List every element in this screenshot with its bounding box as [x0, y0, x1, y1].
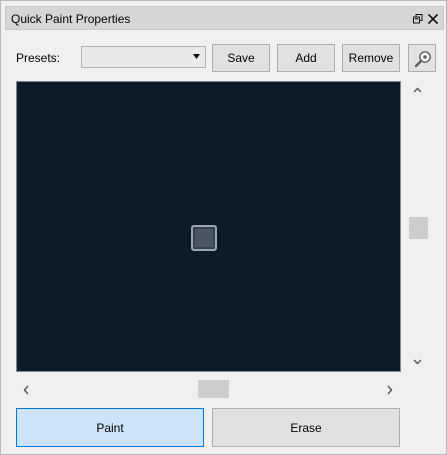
- remove-button[interactable]: Remove: [342, 44, 400, 72]
- horizontal-scrollbar[interactable]: [16, 380, 401, 402]
- zoom-icon: [413, 49, 433, 69]
- brush-preview: [191, 225, 217, 251]
- chevron-down-icon: [193, 54, 200, 59]
- quick-paint-properties-panel: Quick Paint Properties Presets: Save Add…: [0, 0, 447, 455]
- zoom-button[interactable]: [408, 44, 436, 72]
- presets-dropdown[interactable]: [81, 46, 206, 68]
- title-bar[interactable]: Quick Paint Properties: [5, 6, 444, 30]
- add-button[interactable]: Add: [277, 44, 335, 72]
- close-icon[interactable]: [428, 13, 438, 24]
- paint-preview-canvas[interactable]: [16, 81, 401, 372]
- float-icon[interactable]: [413, 13, 423, 24]
- paint-button[interactable]: Paint: [16, 408, 204, 447]
- presets-label: Presets:: [16, 51, 61, 65]
- chevron-left-icon[interactable]: [23, 385, 29, 395]
- horizontal-scroll-thumb[interactable]: [198, 380, 229, 398]
- preset-toolbar: Presets: Save Add Remove: [1, 44, 447, 72]
- window-title: Quick Paint Properties: [11, 12, 131, 26]
- paint-mode-buttons: Paint Erase: [16, 408, 400, 447]
- chevron-right-icon[interactable]: [387, 385, 393, 395]
- vertical-scrollbar[interactable]: [407, 81, 429, 372]
- save-button[interactable]: Save: [212, 44, 270, 72]
- chevron-up-icon[interactable]: [413, 87, 422, 93]
- erase-button[interactable]: Erase: [212, 408, 400, 447]
- chevron-down-icon[interactable]: [413, 359, 422, 365]
- vertical-scroll-thumb[interactable]: [409, 217, 428, 239]
- title-bar-controls: [413, 10, 438, 27]
